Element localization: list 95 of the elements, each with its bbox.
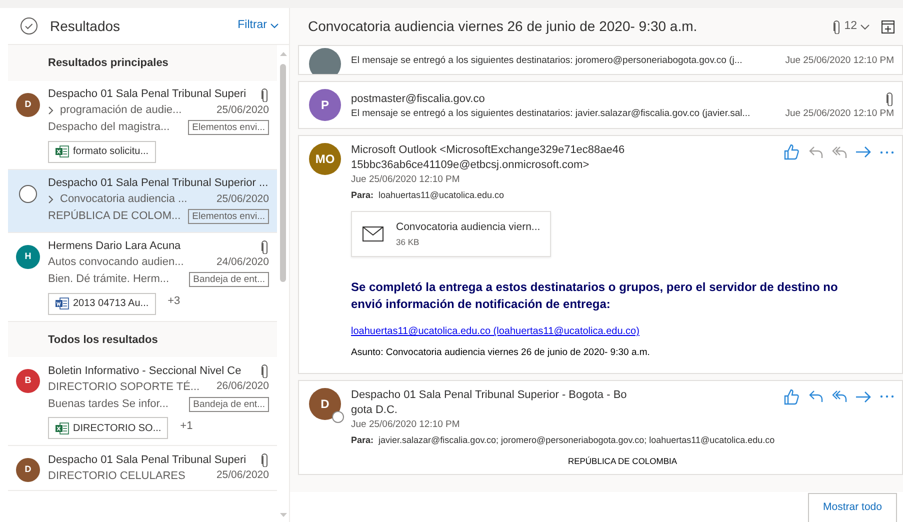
avatar: B xyxy=(16,369,40,393)
body-heading: Se completó la entrega a estos destinatarios o grupos, pero el servidor de destino no envió información de notificación de entrega: xyxy=(351,279,839,314)
reply-icon xyxy=(809,390,823,403)
select-circle[interactable] xyxy=(19,184,37,202)
message-card[interactable]: El mensaje se entregó a los siguientes destinatarios: joromero@personeriabogota.gov.co (j... Jue 25/06/2020 12:10 PM xyxy=(298,45,903,75)
attachment-chip[interactable]: 2013 04713 Au... xyxy=(48,292,156,314)
like-icon xyxy=(784,144,800,160)
body-text: Asunto: Convocatoria audiencia viernes 26 de junio de 2020- 9:30 a.m. xyxy=(351,346,651,360)
attachment-card[interactable]: Convocatoria audiencia viern... 36 KB xyxy=(351,210,552,258)
subject-text: DIRECTORIO CELULARES xyxy=(48,468,186,484)
sender-name: Despacho 01 Sala Penal Tribunal Superi xyxy=(48,452,246,468)
attachment-name: Convocatoria audiencia viern... xyxy=(396,220,540,235)
folder-tag: Bandeja de ent... xyxy=(189,396,269,412)
filter-button[interactable]: Filtrar xyxy=(238,17,279,35)
sender-name: Hermens Dario Lara Acuna xyxy=(48,239,181,254)
attachment-name: DIRECTORIO SO... xyxy=(73,422,162,436)
date-text: 25/06/2020 xyxy=(215,192,269,207)
section-heading: Resultados principales xyxy=(8,45,277,80)
preview-text: Buenas tardes Se infor... xyxy=(48,396,168,412)
attachment-name: 2013 04713 Au... xyxy=(73,297,149,311)
more-icon xyxy=(880,395,894,398)
avatar-initials: MO xyxy=(315,151,335,168)
attachment-chip[interactable]: DIRECTORIO SO... xyxy=(48,417,168,439)
envelope-icon xyxy=(362,226,384,242)
date-text: Jue 25/06/2020 12:10 PM xyxy=(785,54,894,68)
date-text: 25/06/2020 xyxy=(215,102,269,118)
reply-all-icon xyxy=(832,146,847,158)
results-title: Resultados xyxy=(50,16,120,36)
date-text: Jue 25/06/2020 12:10 PM xyxy=(785,106,894,121)
date-text: Jue 25/06/2020 12:10 PM xyxy=(351,173,461,187)
excel-file-icon xyxy=(55,422,69,434)
reply-all-icon xyxy=(832,390,847,403)
preview-text: REPÚBLICA DE COLOM... xyxy=(48,208,181,224)
attachment-chip[interactable]: formato solicitu... xyxy=(48,140,156,162)
more-count: +3 xyxy=(168,294,180,310)
file-size: 36 KB xyxy=(396,236,420,248)
check-circle-icon[interactable] xyxy=(20,17,38,35)
chevron-down-icon xyxy=(270,23,279,29)
message-item[interactable]: Despacho 01 Sala Penal Tribunal Superior ... Convocatoria audiencia ... 25/06/2020 REPÚBLICA DE COLOM... Elementos envi... xyxy=(8,170,277,232)
sender-name: Despacho 01 Sala Penal Tribunal Superior ... xyxy=(48,176,268,192)
more-count: +1 xyxy=(180,418,193,434)
section-heading: Todos los resultados xyxy=(8,322,277,357)
reply-icon xyxy=(809,146,823,158)
subject-text: Convocatoria audiencia ... xyxy=(60,192,188,208)
conversation-title: Convocatoria audiencia viernes 26 de junio de 2020- 9:30 a.m. xyxy=(308,17,698,36)
preview-text: Bien. Dé trámite. Herm... xyxy=(48,272,170,288)
word-file-icon xyxy=(55,297,69,310)
date-text: Jue 25/06/2020 12:10 PM xyxy=(351,418,461,432)
date-text: 24/06/2020 xyxy=(215,254,269,270)
like-icon xyxy=(784,388,800,404)
to-label: Para: xyxy=(351,434,374,445)
chevron-right-icon[interactable] xyxy=(48,195,54,204)
avatar: H xyxy=(16,244,40,268)
avatar: D xyxy=(16,458,40,482)
more-icon xyxy=(880,150,894,154)
like-button[interactable] xyxy=(784,143,800,161)
sender-name: Despacho 01 Sala Penal Tribunal Superior - Bogota - Bo gota D.C. xyxy=(351,388,628,418)
chevron-down-icon[interactable] xyxy=(860,24,870,30)
to-label: Para: xyxy=(351,190,374,200)
preview-text: Despacho del magistra... xyxy=(48,120,170,136)
recipients-text: loahuertas11@ucatolica.edu.co xyxy=(378,190,504,200)
body-text: REPÚBLICA DE COLOMBIA xyxy=(568,456,678,466)
excel-file-icon xyxy=(55,145,69,158)
folder-tag: Elementos envi... xyxy=(188,209,269,224)
preview-text: El mensaje se entregó a los siguientes destinatarios: javier.salazar@fiscalia.gov.co (javier.sal... xyxy=(351,106,750,121)
date-text: 26/06/2020 xyxy=(215,379,269,394)
subject-text: DIRECTORIO SOPORTE TÉ... xyxy=(48,380,200,395)
date-text: 25/06/2020 xyxy=(215,468,269,484)
avatar: D xyxy=(16,92,40,116)
sender-name: Boletin Informativo - Seccional Nivel Ce xyxy=(48,364,242,379)
expand-icon[interactable] xyxy=(881,20,895,34)
preview-text: El mensaje se entregó a los siguientes destinatarios: joromero@personeriabogota.gov.co (j... xyxy=(351,54,742,68)
attachment-count: 12 xyxy=(844,18,857,34)
folder-tag: Bandeja de ent... xyxy=(189,272,269,287)
sender-name: Microsoft Outlook <MicrosoftExchange329e71ec88ae46 15bbc36ab6ce41109e@etbcsj.onmicrosoft.com> xyxy=(351,143,626,173)
show-all-button[interactable]: Mostrar todo xyxy=(808,493,897,522)
sender-name: postmaster@fiscalia.gov.co xyxy=(351,92,485,107)
message-item[interactable]: H Hermens Dario Lara Acuna Autos convocando audien... 24/06/2020 Bien. Dé trámite. Herm... Bandeja de ent... 2013 04713 Au... +3 xyxy=(8,232,277,322)
avatar-initials: D xyxy=(320,396,330,412)
like-button[interactable] xyxy=(784,388,800,406)
recipients-text: javier.salazar@fiscalia.gov.co; joromero@personeriabogota.gov.co; loahuertas11@ucatolica.edu.co xyxy=(378,434,775,445)
subject-text: programación de audie... xyxy=(60,103,182,118)
email-link[interactable]: loahuertas11@ucatolica.edu.co (loahuertas11@ucatolica.edu.co) xyxy=(351,324,640,340)
message-item[interactable]: D Despacho 01 Sala Penal Tribunal Superi programación de audie... 25/06/2020 Despacho del magistra... Elementos envi... formato solicitu... xyxy=(8,80,277,170)
paperclip-icon xyxy=(832,20,842,34)
avatar: P xyxy=(309,89,341,121)
forward-arrow-icon xyxy=(856,146,871,158)
scroll-thumb[interactable] xyxy=(280,64,286,282)
chevron-right-icon[interactable] xyxy=(48,106,54,115)
attachment-name: formato solicitu... xyxy=(73,145,149,159)
subject-text: Autos convocando audien... xyxy=(48,255,184,270)
sender-name: Despacho 01 Sala Penal Tribunal Superi xyxy=(48,87,246,102)
folder-tag: Elementos envi... xyxy=(188,120,269,135)
forward-arrow-icon xyxy=(856,390,871,402)
message-card[interactable]: P postmaster@fiscalia.gov.co El mensaje se entregó a los siguientes destinatarios: javier.salazar@fiscalia.gov.co (javier.sal... Jue 25/06/2020 12:10 PM xyxy=(298,81,903,129)
